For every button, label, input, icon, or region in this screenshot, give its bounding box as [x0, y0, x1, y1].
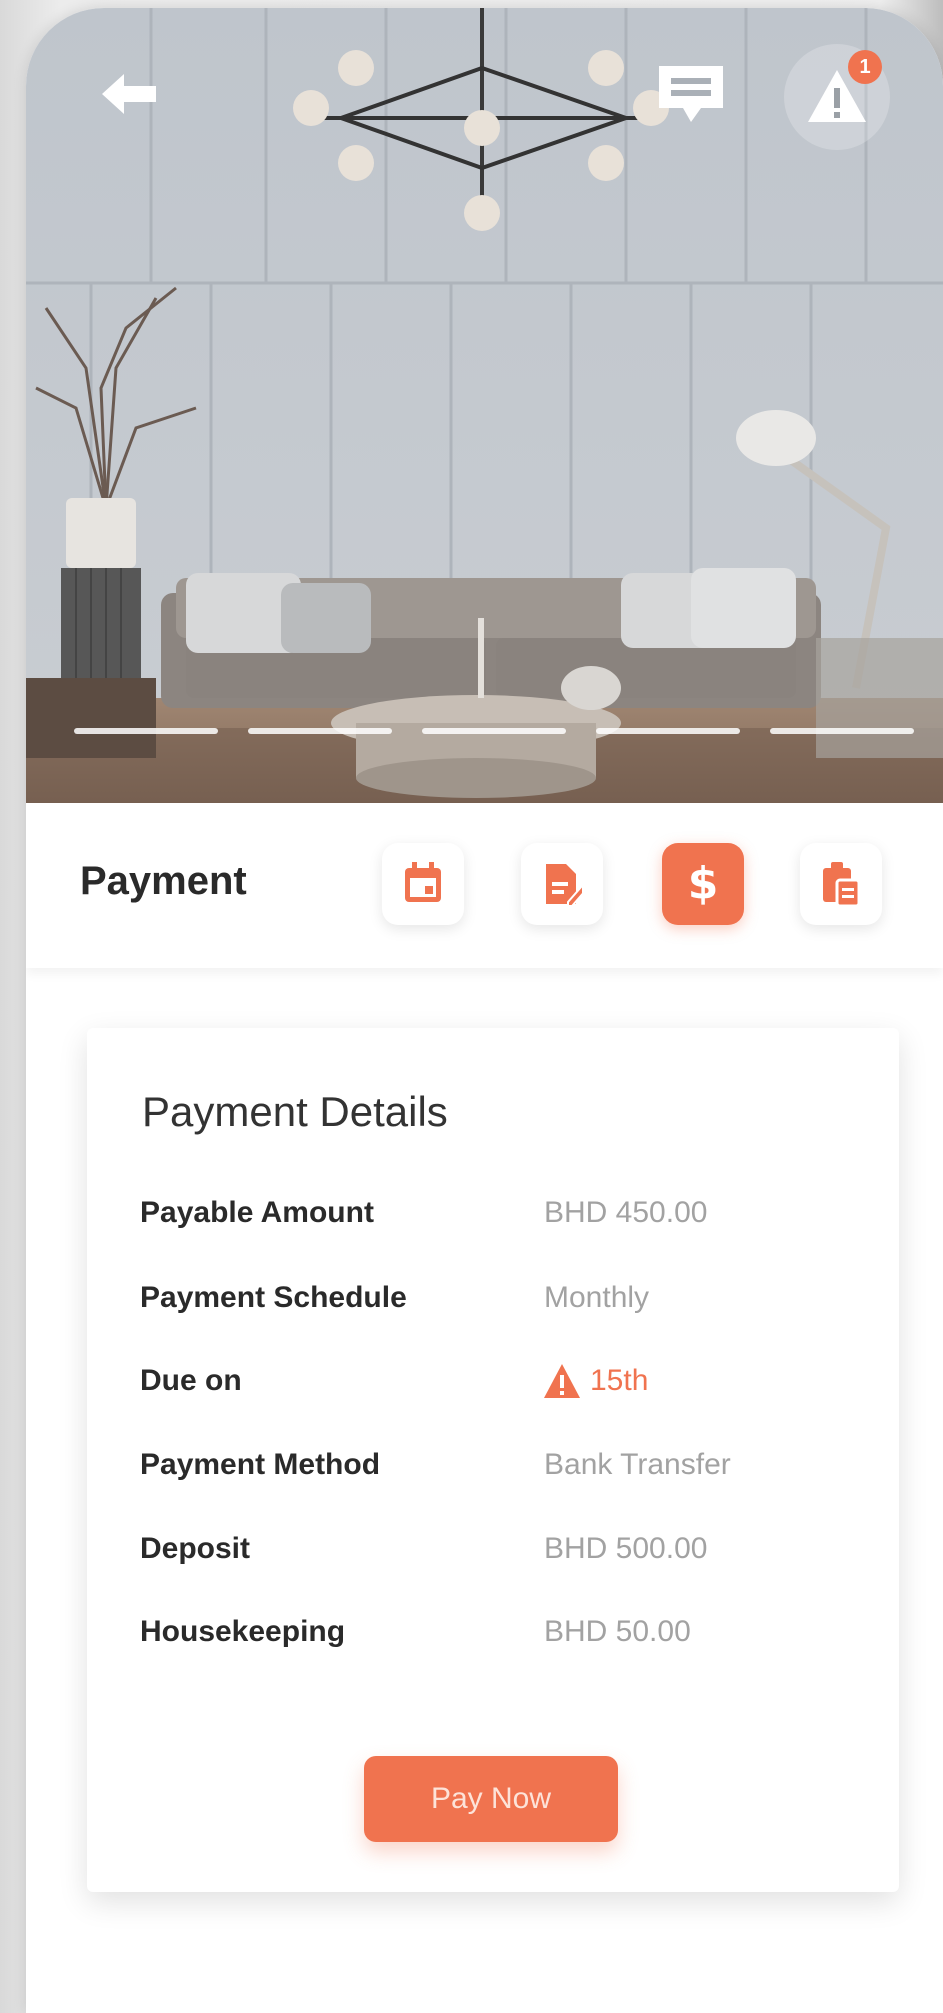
- detail-value-due: 15th: [590, 1364, 649, 1397]
- detail-value: BHD 500.00: [544, 1532, 708, 1565]
- detail-row-deposit: Deposit BHD 500.00: [140, 1532, 860, 1582]
- chat-icon: [659, 66, 723, 122]
- detail-label: Payment Schedule: [140, 1281, 407, 1314]
- detail-row-due-on: Due on 15th: [140, 1364, 860, 1414]
- carousel-dot[interactable]: [248, 728, 392, 734]
- clipboard-icon: [823, 862, 861, 908]
- pay-now-button[interactable]: Pay Now: [364, 1756, 618, 1842]
- carousel-dot[interactable]: [422, 728, 566, 734]
- carousel-dot[interactable]: [596, 728, 740, 734]
- section-title: Payment: [80, 859, 247, 903]
- hero-image: 1: [26, 8, 943, 803]
- card-title: Payment Details: [142, 1088, 448, 1135]
- detail-value: BHD 50.00: [544, 1615, 691, 1648]
- detail-row-payment-schedule: Payment Schedule Monthly: [140, 1281, 860, 1331]
- dollar-icon: $: [687, 858, 719, 909]
- detail-value: Monthly: [544, 1281, 650, 1314]
- tab-clipboard[interactable]: [800, 843, 882, 925]
- alert-badge: 1: [848, 50, 882, 84]
- calendar-icon: [405, 862, 441, 902]
- carousel-dot[interactable]: [770, 728, 914, 734]
- detail-row-payment-method: Payment Method Bank Transfer: [140, 1448, 860, 1498]
- arrow-left-icon: [102, 74, 156, 114]
- carousel-dot[interactable]: [74, 728, 218, 734]
- carousel-indicator: [74, 728, 914, 738]
- alerts-button[interactable]: 1: [784, 44, 890, 150]
- detail-label: Payment Method: [140, 1448, 381, 1481]
- detail-row-payable-amount: Payable Amount BHD 450.00: [140, 1196, 860, 1246]
- detail-label: Deposit: [140, 1532, 251, 1565]
- detail-value: BHD 450.00: [544, 1196, 708, 1229]
- detail-label: Payable Amount: [140, 1196, 374, 1229]
- phone-screen: 1 Payment $ Payment Details Payable Amou…: [26, 8, 943, 2013]
- messages-button[interactable]: [651, 60, 731, 130]
- tab-calendar[interactable]: [382, 843, 464, 925]
- detail-label: Due on: [140, 1364, 242, 1397]
- detail-row-housekeeping: Housekeeping BHD 50.00: [140, 1615, 860, 1665]
- back-button[interactable]: [96, 66, 166, 122]
- payment-details-card: Payment Details Payable Amount BHD 450.0…: [87, 1028, 899, 1892]
- section-bar: Payment $: [26, 803, 943, 968]
- detail-label: Housekeeping: [140, 1615, 346, 1648]
- detail-value: Bank Transfer: [544, 1448, 731, 1481]
- warning-icon: [544, 1364, 580, 1398]
- tab-document-edit[interactable]: [521, 843, 603, 925]
- document-edit-icon: [546, 864, 582, 906]
- tab-payment[interactable]: $: [662, 843, 744, 925]
